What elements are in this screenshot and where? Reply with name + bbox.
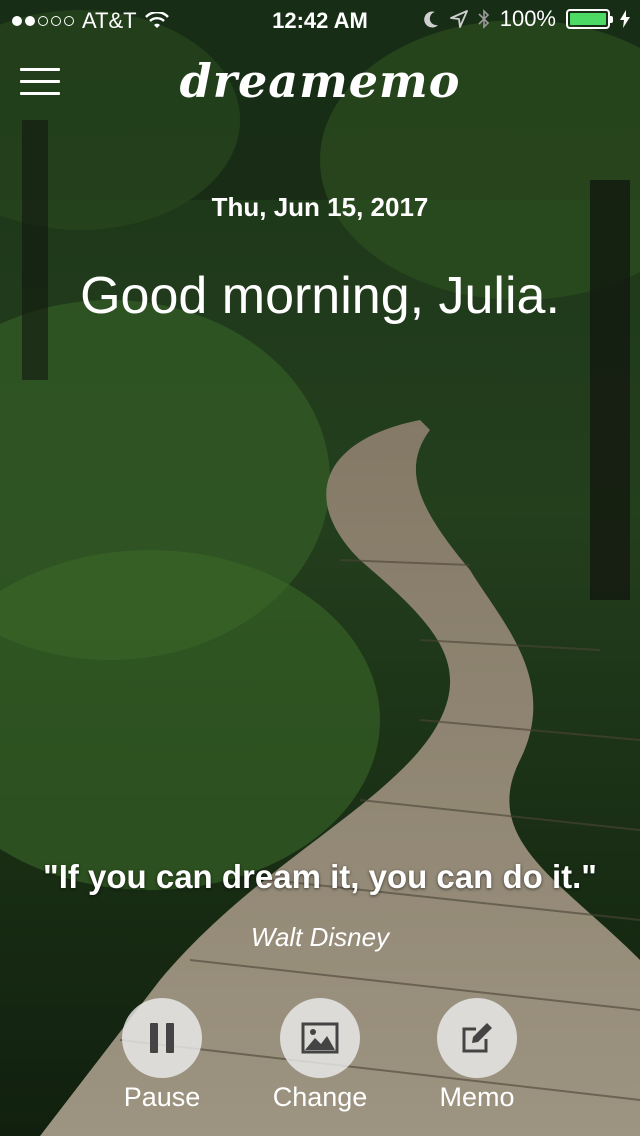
change-label: Change xyxy=(272,1082,368,1112)
battery-icon xyxy=(566,9,613,29)
edit-icon[interactable] xyxy=(437,998,517,1078)
bluetooth-icon xyxy=(478,9,489,29)
quote-author: Walt Disney xyxy=(250,922,390,952)
pause-button[interactable]: Pause xyxy=(92,998,232,1113)
location-icon xyxy=(449,10,468,28)
status-bar: AT&T 12:42 AM 100% xyxy=(0,0,640,40)
action-bar: Pause Change Memo xyxy=(0,998,640,1118)
date-label: Thu, Jun 15, 2017 xyxy=(211,192,429,222)
change-button[interactable]: Change xyxy=(250,998,390,1113)
pause-label: Pause xyxy=(123,1082,201,1112)
image-icon[interactable] xyxy=(280,998,360,1078)
battery-percent: 100% xyxy=(499,6,556,31)
greeting-text: Good morning, Julia. xyxy=(80,267,560,325)
pause-icon[interactable] xyxy=(122,998,202,1078)
memo-label: Memo xyxy=(439,1082,515,1112)
charging-icon xyxy=(620,10,630,28)
memo-button[interactable]: Memo xyxy=(407,998,547,1113)
status-right: 100% xyxy=(423,6,630,32)
background-forest-image xyxy=(0,0,640,1136)
moon-icon xyxy=(423,11,438,28)
app-logo: dreamemo xyxy=(179,54,461,108)
quote-text: "If you can dream it, you can do it." xyxy=(43,858,597,895)
